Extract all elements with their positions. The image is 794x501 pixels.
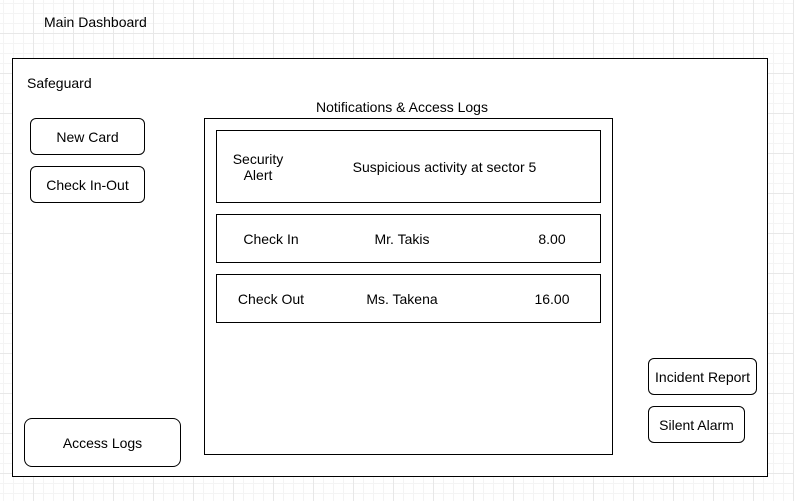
notifications-panel-title: Notifications & Access Logs	[316, 99, 488, 115]
incident-report-button[interactable]: Incident Report	[648, 358, 757, 395]
alert-type-label: Security Alert	[232, 151, 284, 183]
log-time: 16.00	[534, 291, 570, 307]
new-card-button[interactable]: New Card	[30, 118, 145, 155]
app-name: Safeguard	[27, 75, 92, 91]
check-in-out-button[interactable]: Check In-Out	[30, 166, 145, 203]
page-title: Main Dashboard	[44, 14, 147, 30]
alert-message: Suspicious activity at sector 5	[352, 159, 537, 175]
access-logs-button[interactable]: Access Logs	[24, 418, 181, 467]
log-type: Check In	[243, 231, 299, 247]
security-alert-row[interactable]: Security Alert Suspicious activity at se…	[216, 130, 601, 203]
log-row-check-in[interactable]: Check In Mr. Takis 8.00	[216, 214, 601, 263]
log-time: 8.00	[538, 231, 566, 247]
log-type: Check Out	[237, 291, 305, 307]
log-row-check-out[interactable]: Check Out Ms. Takena 16.00	[216, 274, 601, 323]
silent-alarm-button[interactable]: Silent Alarm	[648, 406, 745, 443]
log-person-name: Ms. Takena	[366, 291, 438, 307]
log-person-name: Mr. Takis	[374, 231, 430, 247]
